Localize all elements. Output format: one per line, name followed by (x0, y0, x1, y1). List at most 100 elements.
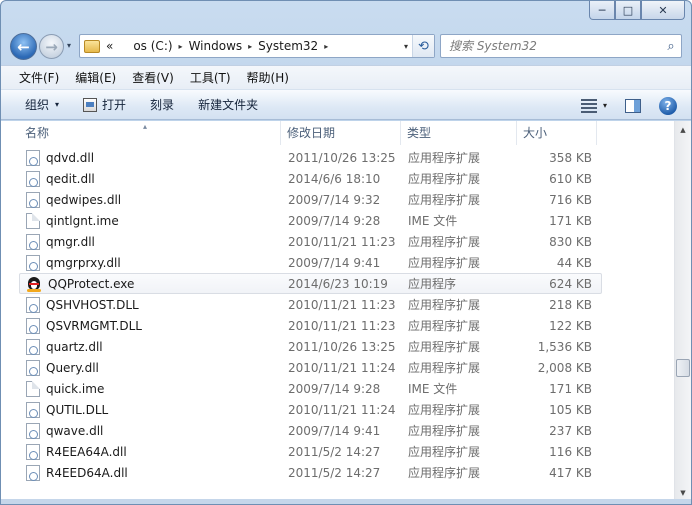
dll-file-icon (26, 254, 40, 271)
menu-help[interactable]: 帮助(H) (239, 67, 297, 89)
menu-edit[interactable]: 编辑(E) (67, 67, 124, 89)
file-name: QQProtect.exe (48, 276, 135, 291)
recent-pages-dropdown[interactable]: ▾ (67, 41, 71, 50)
organize-label: 组织 (25, 98, 50, 112)
search-input[interactable] (447, 36, 661, 56)
file-row[interactable]: QSHVHOST.DLL 2010/11/21 11:23 应用程序扩展 218 KB (19, 294, 602, 315)
file-date: 2011/5/2 14:27 (288, 444, 381, 459)
close-button[interactable]: ✕ (641, 1, 685, 20)
view-controls: ▾ ? (580, 90, 691, 121)
file-row[interactable]: R4EEA64A.dll 2011/5/2 14:27 应用程序扩展 116 KB (19, 441, 602, 462)
file-row[interactable]: Query.dll 2010/11/21 11:24 应用程序扩展 2,008 KB (19, 357, 602, 378)
file-name: R4EED64A.dll (46, 465, 128, 480)
file-name: quick.ime (46, 381, 105, 396)
file-name: QSVRMGMT.DLL (46, 318, 142, 333)
column-header-size[interactable]: 大小 (517, 121, 597, 145)
file-size: 830 KB (549, 234, 592, 249)
command-bar: 组织 ▾ 打开 刻录 新建文件夹 ▾ ? (1, 89, 691, 120)
file-rows: qdvd.dll 2011/10/26 13:25 应用程序扩展 358 KB qedi… (19, 147, 602, 483)
file-row[interactable]: quick.ime 2009/7/14 9:28 IME 文件 171 KB (19, 378, 602, 399)
help-icon[interactable]: ? (659, 96, 677, 115)
file-type: 应用程序扩展 (408, 403, 481, 417)
file-size: 358 KB (549, 150, 592, 165)
file-row[interactable]: qintlgnt.ime 2009/7/14 9:28 IME 文件 171 KB (19, 210, 602, 231)
breadcrumb-windows[interactable]: Windows (189, 39, 243, 53)
file-name: qmgrprxy.dll (46, 255, 121, 270)
dll-file-icon (26, 149, 40, 166)
breadcrumb-separator[interactable]: ▸ (179, 42, 183, 51)
file-date: 2009/7/14 9:41 (288, 255, 381, 270)
forward-button[interactable]: → (39, 34, 64, 59)
column-header-type[interactable]: 类型 (401, 121, 517, 145)
menu-bar: 文件(F) 编辑(E) 查看(V) 工具(T) 帮助(H) (1, 65, 691, 89)
open-button[interactable]: 打开 (75, 93, 134, 117)
maximize-button[interactable]: □ (615, 1, 641, 20)
organize-button[interactable]: 组织 ▾ (17, 93, 67, 117)
refresh-icon: ⟲ (418, 38, 429, 54)
file-row[interactable]: qmgr.dll 2010/11/21 11:23 应用程序扩展 830 KB (19, 231, 602, 252)
file-name-cell: qintlgnt.ime (20, 212, 282, 229)
view-options-dropdown[interactable]: ▾ (603, 101, 607, 110)
file-name-cell: qedit.dll (20, 170, 282, 187)
preview-pane-icon[interactable] (625, 98, 641, 113)
breadcrumb-system32[interactable]: System32 (258, 39, 318, 53)
file-name: qmgr.dll (46, 234, 95, 249)
address-row: ← → ▾ « os (C:) ▸ Windows ▸ System32 ▸ ▾… (1, 29, 691, 63)
search-box[interactable]: ⌕ (440, 34, 682, 58)
file-size: 1,536 KB (537, 339, 592, 354)
file-type: 应用程序扩展 (408, 340, 481, 354)
file-row[interactable]: qmgrprxy.dll 2009/7/14 9:41 应用程序扩展 44 KB (19, 252, 602, 273)
dll-file-icon (26, 443, 40, 460)
file-row[interactable]: QUTIL.DLL 2010/11/21 11:24 应用程序扩展 105 KB (19, 399, 602, 420)
file-row[interactable]: qedit.dll 2014/6/6 18:10 应用程序扩展 610 KB (19, 168, 602, 189)
new-folder-button[interactable]: 新建文件夹 (190, 93, 266, 117)
file-row[interactable]: QSVRMGMT.DLL 2010/11/21 11:23 应用程序扩展 122 KB (19, 315, 602, 336)
address-bar[interactable]: « os (C:) ▸ Windows ▸ System32 ▸ ▾ ⟲ (79, 34, 435, 58)
file-name-cell: qedwipes.dll (20, 191, 282, 208)
file-name: qedit.dll (46, 171, 95, 186)
breadcrumb-separator[interactable]: ▸ (324, 42, 328, 51)
dll-file-icon (26, 464, 40, 481)
file-type: 应用程序扩展 (408, 424, 481, 438)
open-label: 打开 (102, 98, 127, 112)
file-date: 2011/5/2 14:27 (288, 465, 381, 480)
file-type: 应用程序扩展 (408, 256, 481, 270)
minimize-button[interactable]: ─ (589, 1, 615, 20)
menu-file[interactable]: 文件(F) (11, 67, 67, 89)
column-header-name[interactable]: 名称 ▴ (19, 121, 281, 145)
file-date: 2009/7/14 9:41 (288, 423, 381, 438)
file-row[interactable]: qedwipes.dll 2009/7/14 9:32 应用程序扩展 716 KB (19, 189, 602, 210)
breadcrumb-drive[interactable]: os (C:) (133, 39, 172, 53)
file-date: 2011/10/26 13:25 (288, 339, 396, 354)
new-folder-label: 新建文件夹 (198, 98, 259, 112)
file-name-cell: QSVRMGMT.DLL (20, 317, 282, 334)
menu-tools[interactable]: 工具(T) (182, 67, 239, 89)
scroll-up-button[interactable]: ▲ (675, 121, 691, 138)
address-dropdown-icon[interactable]: ▾ (404, 42, 408, 51)
menu-view[interactable]: 查看(V) (124, 67, 182, 89)
file-row[interactable]: quartz.dll 2011/10/26 13:25 应用程序扩展 1,536 KB (19, 336, 602, 357)
file-row[interactable]: qwave.dll 2009/7/14 9:41 应用程序扩展 237 KB (19, 420, 602, 441)
column-header-date[interactable]: 修改日期 (281, 121, 401, 145)
change-view-icon[interactable] (580, 98, 597, 113)
file-size: 624 KB (549, 276, 592, 291)
file-row[interactable]: QQProtect.exe 2014/6/23 10:19 应用程序 624 KB (19, 273, 602, 294)
file-row[interactable]: qdvd.dll 2011/10/26 13:25 应用程序扩展 358 KB (19, 147, 602, 168)
file-type: 应用程序扩展 (408, 319, 481, 333)
breadcrumb-separator[interactable]: ▸ (248, 42, 252, 51)
scroll-thumb[interactable] (676, 359, 690, 377)
back-button[interactable]: ← (10, 33, 37, 60)
breadcrumb-overflow[interactable]: « (106, 39, 113, 53)
file-type: IME 文件 (408, 214, 458, 228)
file-name-cell: quartz.dll (20, 338, 282, 355)
file-name-cell: QQProtect.exe (20, 276, 282, 292)
dll-file-icon (26, 401, 40, 418)
dll-file-icon (26, 191, 40, 208)
file-type: 应用程序扩展 (408, 298, 481, 312)
vertical-scrollbar[interactable]: ▲ ▼ (674, 121, 691, 501)
file-size: 237 KB (549, 423, 592, 438)
burn-button[interactable]: 刻录 (142, 93, 182, 117)
search-icon[interactable]: ⌕ (661, 36, 681, 56)
file-row[interactable]: R4EED64A.dll 2011/5/2 14:27 应用程序扩展 417 KB (19, 462, 602, 483)
refresh-button[interactable]: ⟲ (412, 35, 434, 57)
